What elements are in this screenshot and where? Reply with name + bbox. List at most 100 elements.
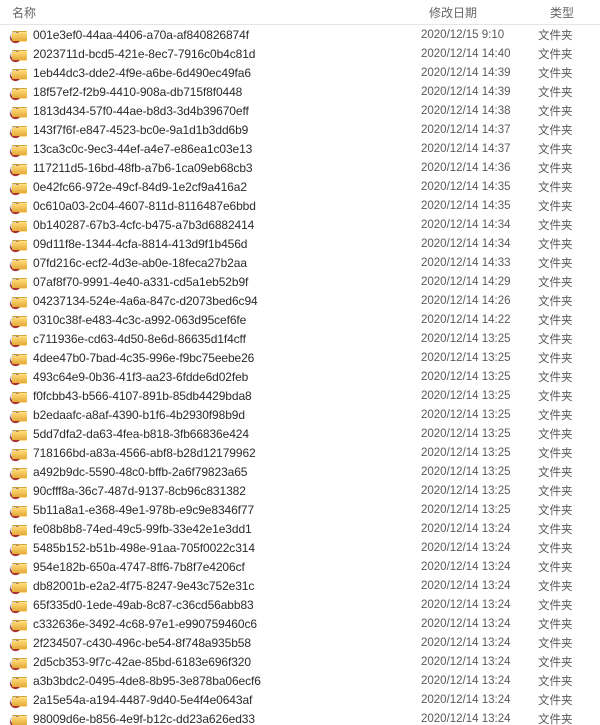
header-date[interactable]: 修改日期: [429, 4, 542, 21]
table-row[interactable]: c711936e-cd63-4d50-8e6d-86635d1f4cff2020…: [0, 329, 600, 348]
modified-date: 2020/12/14 14:29: [421, 276, 538, 288]
name-cell[interactable]: 5dd7dfa2-da63-4fea-b818-3fb66836e424: [0, 427, 421, 441]
name-cell[interactable]: a492b9dc-5590-48c0-bffb-2a6f79823a65: [0, 465, 421, 479]
table-row[interactable]: 1813d434-57f0-44ae-b8d3-3d4b39670eff2020…: [0, 101, 600, 120]
item-type: 文件夹: [538, 540, 600, 556]
name-cell[interactable]: f0fcbb43-b566-4107-891b-85db4429bda8: [0, 389, 421, 403]
name-cell[interactable]: 2d5cb353-9f7c-42ae-85bd-6183e696f320: [0, 655, 421, 669]
table-row[interactable]: 0c610a03-2c04-4607-811d-8116487e6bbd2020…: [0, 196, 600, 215]
folder-name: 117211d5-16bd-48fb-a7b6-1ca09eb68cb3: [33, 161, 252, 175]
item-type: 文件夹: [538, 692, 600, 708]
folder-disc-icon: [12, 542, 27, 554]
name-cell[interactable]: 117211d5-16bd-48fb-a7b6-1ca09eb68cb3: [0, 161, 421, 175]
name-cell[interactable]: 65f335d0-1ede-49ab-8c87-c36cd56abb83: [0, 598, 421, 612]
table-row[interactable]: 65f335d0-1ede-49ab-8c87-c36cd56abb832020…: [0, 595, 600, 614]
table-row[interactable]: f0fcbb43-b566-4107-891b-85db4429bda82020…: [0, 386, 600, 405]
name-cell[interactable]: fe08b8b8-74ed-49c5-99fb-33e42e1e3dd1: [0, 522, 421, 536]
folder-name: 5b11a8a1-e368-49e1-978b-e9c9e8346f77: [33, 503, 254, 517]
table-row[interactable]: 5dd7dfa2-da63-4fea-b818-3fb66836e4242020…: [0, 424, 600, 443]
table-row[interactable]: 09d11f8e-1344-4cfa-8814-413d9f1b456d2020…: [0, 234, 600, 253]
header-name[interactable]: 名称: [0, 4, 421, 21]
table-row[interactable]: 07af8f70-9991-4e40-a331-cd5a1eb52b9f2020…: [0, 272, 600, 291]
name-cell[interactable]: 2f234507-c430-496c-be54-8f748a935b58: [0, 636, 421, 650]
modified-date: 2020/12/15 9:10: [421, 29, 538, 41]
folder-disc-icon: [12, 29, 27, 41]
name-cell[interactable]: 493c64e9-0b36-41f3-aa23-6fdde6d02feb: [0, 370, 421, 384]
name-cell[interactable]: 04237134-524e-4a6a-847c-d2073bed6c94: [0, 294, 421, 308]
file-list: 001e3ef0-44aa-4406-a70a-af840826874f2020…: [0, 25, 600, 725]
name-cell[interactable]: 90cfff8a-36c7-487d-9137-8cb96c831382: [0, 484, 421, 498]
table-row[interactable]: 18f57ef2-f2b9-4410-908a-db715f8f04482020…: [0, 82, 600, 101]
modified-date: 2020/12/14 14:35: [421, 200, 538, 212]
table-row[interactable]: c332636e-3492-4c68-97e1-e990759460c62020…: [0, 614, 600, 633]
table-row[interactable]: a492b9dc-5590-48c0-bffb-2a6f79823a652020…: [0, 462, 600, 481]
name-cell[interactable]: 5b11a8a1-e368-49e1-978b-e9c9e8346f77: [0, 503, 421, 517]
table-row[interactable]: 954e182b-650a-4747-8ff6-7b8f7e4206cf2020…: [0, 557, 600, 576]
name-cell[interactable]: 1eb44dc3-dde2-4f9e-a6be-6d490ec49fa6: [0, 66, 421, 80]
table-row[interactable]: 718166bd-a83a-4566-abf8-b28d121799622020…: [0, 443, 600, 462]
table-row[interactable]: 13ca3c0c-9ec3-44ef-a4e7-e86ea1c03e132020…: [0, 139, 600, 158]
table-row[interactable]: db82001b-e2a2-4f75-8247-9e43c752e31c2020…: [0, 576, 600, 595]
table-row[interactable]: 001e3ef0-44aa-4406-a70a-af840826874f2020…: [0, 25, 600, 44]
modified-date: 2020/12/14 14:22: [421, 314, 538, 326]
name-cell[interactable]: 4dee47b0-7bad-4c35-996e-f9bc75eebe26: [0, 351, 421, 365]
table-row[interactable]: 2f234507-c430-496c-be54-8f748a935b582020…: [0, 633, 600, 652]
folder-disc-icon: [12, 219, 27, 231]
table-row[interactable]: 0e42fc66-972e-49cf-84d9-1e2cf9a416a22020…: [0, 177, 600, 196]
table-row[interactable]: 2d5cb353-9f7c-42ae-85bd-6183e696f3202020…: [0, 652, 600, 671]
name-cell[interactable]: c332636e-3492-4c68-97e1-e990759460c6: [0, 617, 421, 631]
modified-date: 2020/12/14 13:24: [421, 675, 538, 687]
folder-name: 2d5cb353-9f7c-42ae-85bd-6183e696f320: [33, 655, 251, 669]
name-cell[interactable]: 0b140287-67b3-4cfc-b475-a7b3d6882414: [0, 218, 421, 232]
table-row[interactable]: 0310c38f-e483-4c3c-a992-063d95cef6fe2020…: [0, 310, 600, 329]
folder-disc-icon: [12, 238, 27, 250]
name-cell[interactable]: b2edaafc-a8af-4390-b1f6-4b2930f98b9d: [0, 408, 421, 422]
modified-date: 2020/12/14 13:24: [421, 713, 538, 725]
table-row[interactable]: 2023711d-bcd5-421e-8ec7-7916c0b4c81d2020…: [0, 44, 600, 63]
table-row[interactable]: 5b11a8a1-e368-49e1-978b-e9c9e8346f772020…: [0, 500, 600, 519]
name-cell[interactable]: 0310c38f-e483-4c3c-a992-063d95cef6fe: [0, 313, 421, 327]
name-cell[interactable]: 07fd216c-ecf2-4d3e-ab0e-18feca27b2aa: [0, 256, 421, 270]
name-cell[interactable]: 2a15e54a-a194-4487-9d40-5e4f4e0643af: [0, 693, 421, 707]
table-row[interactable]: 117211d5-16bd-48fb-a7b6-1ca09eb68cb32020…: [0, 158, 600, 177]
name-cell[interactable]: 09d11f8e-1344-4cfa-8814-413d9f1b456d: [0, 237, 421, 251]
name-cell[interactable]: a3b3bdc2-0495-4de8-8b95-3e878ba06ecf6: [0, 674, 421, 688]
table-row[interactable]: b2edaafc-a8af-4390-b1f6-4b2930f98b9d2020…: [0, 405, 600, 424]
table-row[interactable]: 5485b152-b51b-498e-91aa-705f0022c3142020…: [0, 538, 600, 557]
name-cell[interactable]: 2023711d-bcd5-421e-8ec7-7916c0b4c81d: [0, 47, 421, 61]
folder-disc-icon: [12, 314, 27, 326]
name-cell[interactable]: 954e182b-650a-4747-8ff6-7b8f7e4206cf: [0, 560, 421, 574]
table-row[interactable]: 98009d6e-b856-4e9f-b12c-dd23a626ed332020…: [0, 709, 600, 725]
name-cell[interactable]: 07af8f70-9991-4e40-a331-cd5a1eb52b9f: [0, 275, 421, 289]
folder-name: a3b3bdc2-0495-4de8-8b95-3e878ba06ecf6: [33, 674, 261, 688]
name-cell[interactable]: db82001b-e2a2-4f75-8247-9e43c752e31c: [0, 579, 421, 593]
name-cell[interactable]: 0e42fc66-972e-49cf-84d9-1e2cf9a416a2: [0, 180, 421, 194]
name-cell[interactable]: 143f7f6f-e847-4523-bc0e-9a1d1b3dd6b9: [0, 123, 421, 137]
table-row[interactable]: 04237134-524e-4a6a-847c-d2073bed6c942020…: [0, 291, 600, 310]
name-cell[interactable]: 0c610a03-2c04-4607-811d-8116487e6bbd: [0, 199, 421, 213]
name-cell[interactable]: 5485b152-b51b-498e-91aa-705f0022c314: [0, 541, 421, 555]
name-cell[interactable]: 13ca3c0c-9ec3-44ef-a4e7-e86ea1c03e13: [0, 142, 421, 156]
table-row[interactable]: 90cfff8a-36c7-487d-9137-8cb96c8313822020…: [0, 481, 600, 500]
table-row[interactable]: fe08b8b8-74ed-49c5-99fb-33e42e1e3dd12020…: [0, 519, 600, 538]
table-row[interactable]: 143f7f6f-e847-4523-bc0e-9a1d1b3dd6b92020…: [0, 120, 600, 139]
folder-disc-icon: [12, 162, 27, 174]
table-row[interactable]: 0b140287-67b3-4cfc-b475-a7b3d68824142020…: [0, 215, 600, 234]
table-row[interactable]: 493c64e9-0b36-41f3-aa23-6fdde6d02feb2020…: [0, 367, 600, 386]
table-row[interactable]: 4dee47b0-7bad-4c35-996e-f9bc75eebe262020…: [0, 348, 600, 367]
table-row[interactable]: 1eb44dc3-dde2-4f9e-a6be-6d490ec49fa62020…: [0, 63, 600, 82]
name-cell[interactable]: 1813d434-57f0-44ae-b8d3-3d4b39670eff: [0, 104, 421, 118]
name-cell[interactable]: c711936e-cd63-4d50-8e6d-86635d1f4cff: [0, 332, 421, 346]
folder-disc-icon: [12, 124, 27, 136]
header-type[interactable]: 类型: [550, 4, 600, 21]
table-row[interactable]: a3b3bdc2-0495-4de8-8b95-3e878ba06ecf6 202…: [0, 671, 600, 690]
name-cell[interactable]: 718166bd-a83a-4566-abf8-b28d12179962: [0, 446, 421, 460]
folder-disc-icon: [12, 295, 27, 307]
column-headers: 名称 修改日期 类型: [0, 0, 600, 25]
folder-name: 18f57ef2-f2b9-4410-908a-db715f8f0448: [33, 85, 242, 99]
table-row[interactable]: 07fd216c-ecf2-4d3e-ab0e-18feca27b2aa2020…: [0, 253, 600, 272]
table-row[interactable]: 2a15e54a-a194-4487-9d40-5e4f4e0643af2020…: [0, 690, 600, 709]
name-cell[interactable]: 001e3ef0-44aa-4406-a70a-af840826874f: [0, 28, 421, 42]
name-cell[interactable]: 98009d6e-b856-4e9f-b12c-dd23a626ed33: [0, 712, 421, 725]
name-cell[interactable]: 18f57ef2-f2b9-4410-908a-db715f8f0448: [0, 85, 421, 99]
